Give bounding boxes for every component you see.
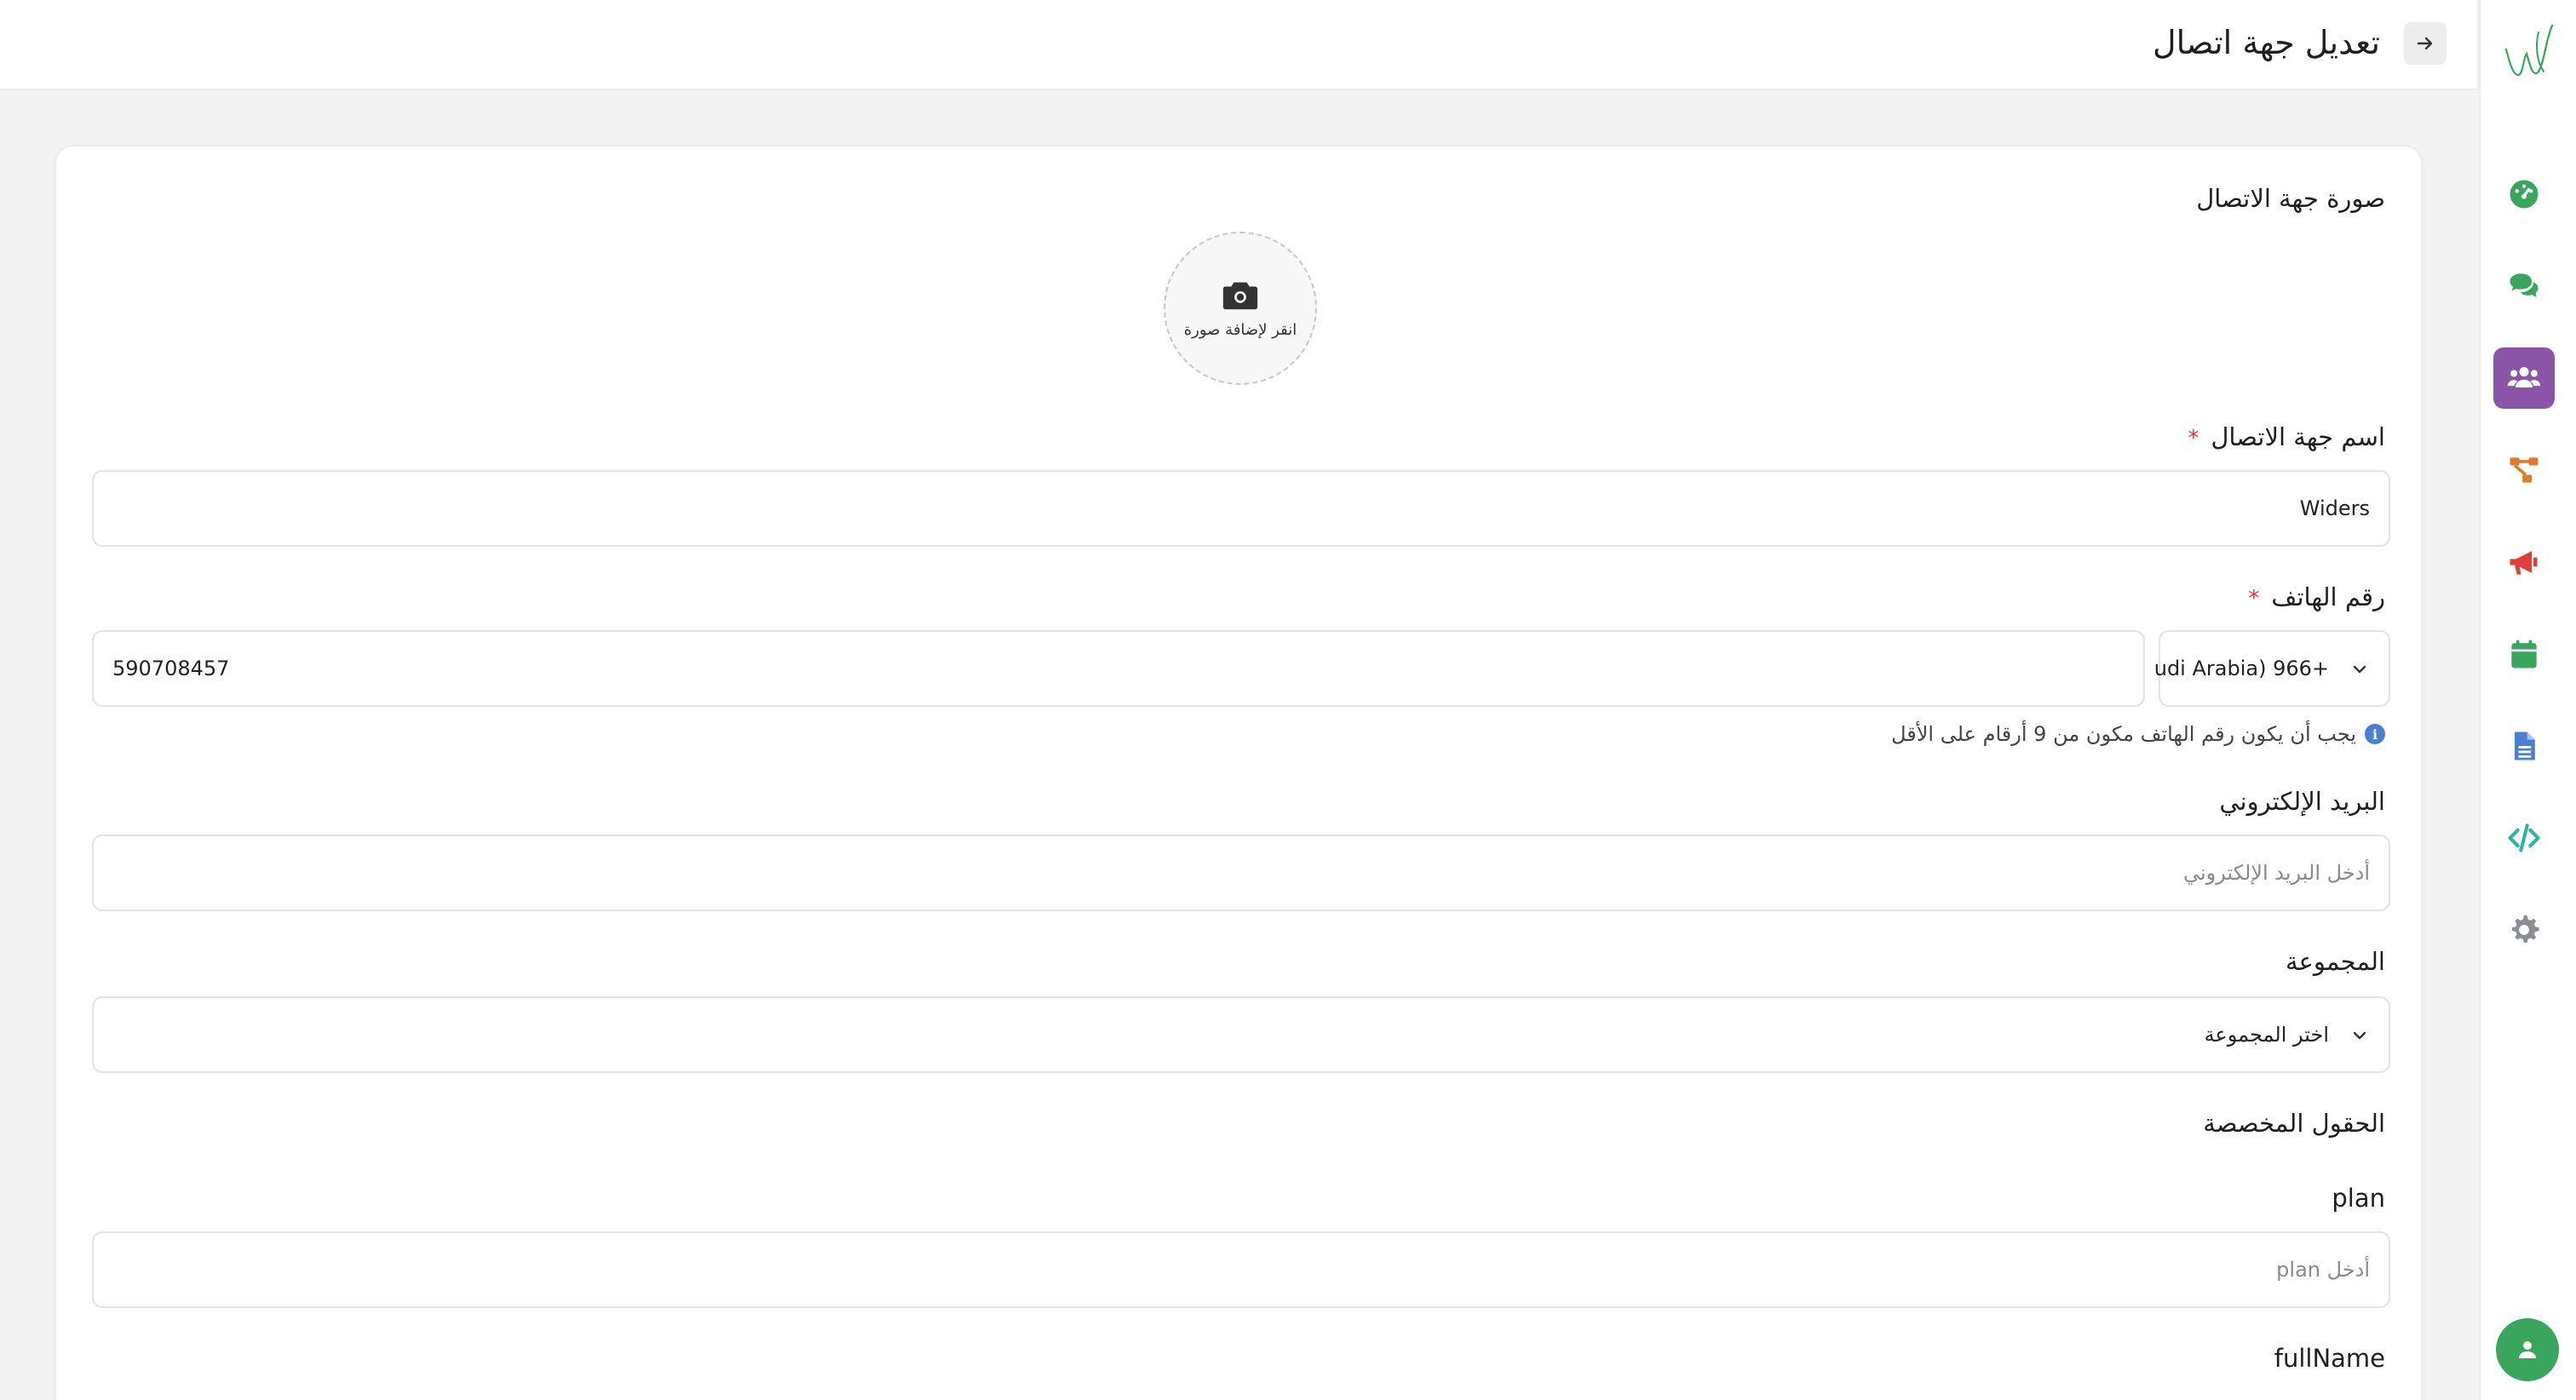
photo-label: صورة جهة الاتصال	[2196, 184, 2385, 213]
name-input-value: Widers	[2299, 496, 2370, 520]
group-select-value: اختر المجموعة	[2204, 1023, 2329, 1047]
country-code-value: udi Arabia) 966+	[2153, 657, 2329, 680]
info-icon: i	[2365, 724, 2385, 744]
required-mark: *	[2248, 586, 2260, 611]
name-label: اسم جهة الاتصال *	[2188, 422, 2385, 451]
page-header: تعديل جهة اتصال	[0, 0, 2477, 90]
megaphone-icon	[2510, 551, 2538, 575]
sidebar-item-flows[interactable]	[2493, 439, 2555, 501]
gear-icon	[2511, 915, 2539, 944]
sidebar-item-calendar[interactable]	[2493, 623, 2555, 685]
sidebar-item-settings[interactable]	[2493, 899, 2555, 961]
plan-placeholder: أدخل plan	[2276, 1258, 2370, 1282]
wideric-logo	[2504, 24, 2554, 77]
email-label: البريد الإلكتروني	[2219, 787, 2385, 816]
photo-upload[interactable]: انقر لإضافة صورة	[1164, 232, 1317, 385]
group-select[interactable]: اختر المجموعة	[92, 996, 2390, 1073]
phone-label-text: رقم الهاتف	[2271, 582, 2385, 611]
photo-upload-text: انقر لإضافة صورة	[1183, 320, 1297, 339]
name-input[interactable]: Widers	[92, 470, 2390, 547]
fullname-label: fullName	[2274, 1344, 2385, 1373]
sitemap-icon	[2510, 457, 2539, 483]
gauge-icon	[2510, 180, 2539, 209]
contact-form-card: صورة جهة الاتصال انقر لإضافة صورة اسم جه…	[55, 145, 2423, 1400]
phone-input[interactable]: 590708457	[92, 630, 2145, 707]
chevron-down-icon	[2353, 665, 2366, 674]
sidebar-item-templates[interactable]	[2493, 715, 2555, 777]
sidebar-item-api[interactable]	[2493, 807, 2555, 869]
profile-button[interactable]	[2496, 1318, 2559, 1381]
back-button[interactable]	[2404, 22, 2447, 65]
sidebar-item-contacts[interactable]	[2493, 347, 2555, 409]
group-label: المجموعة	[2286, 947, 2385, 976]
country-code-select[interactable]: udi Arabia) 966+	[2154, 630, 2390, 707]
plan-label: plan	[2332, 1184, 2385, 1213]
email-input[interactable]: أدخل البريد الإلكتروني	[92, 835, 2390, 911]
chevron-down-icon	[2353, 1031, 2366, 1040]
camera-icon	[1222, 282, 1258, 309]
users-icon	[2507, 367, 2541, 387]
phone-label: رقم الهاتف *	[2248, 582, 2385, 611]
custom-fields-heading: الحقول المخصصة	[2203, 1109, 2385, 1138]
email-placeholder: أدخل البريد الإلكتروني	[2182, 861, 2370, 885]
page-title: تعديل جهة اتصال	[2152, 24, 2380, 61]
document-icon	[2515, 732, 2535, 760]
phone-input-value: 590708457	[112, 657, 230, 680]
phone-hint: i يجب أن يكون رقم الهاتف مكون من 9 أرقام…	[1891, 722, 2385, 746]
user-icon	[2519, 1341, 2536, 1358]
name-label-text: اسم جهة الاتصال	[2211, 422, 2385, 451]
code-icon	[2508, 823, 2540, 852]
required-mark: *	[2188, 426, 2199, 451]
phone-hint-text: يجب أن يكون رقم الهاتف مكون من 9 أرقام ع…	[1891, 722, 2356, 746]
comments-icon	[2510, 273, 2539, 297]
sidebar-item-campaigns[interactable]	[2493, 531, 2555, 593]
plan-input[interactable]: أدخل plan	[92, 1231, 2390, 1308]
sidebar	[2479, 0, 2576, 1400]
arrow-right-icon	[2417, 37, 2433, 50]
sidebar-item-chats[interactable]	[2493, 255, 2555, 317]
sidebar-item-dashboard[interactable]	[2493, 164, 2555, 225]
calendar-icon	[2511, 640, 2537, 668]
